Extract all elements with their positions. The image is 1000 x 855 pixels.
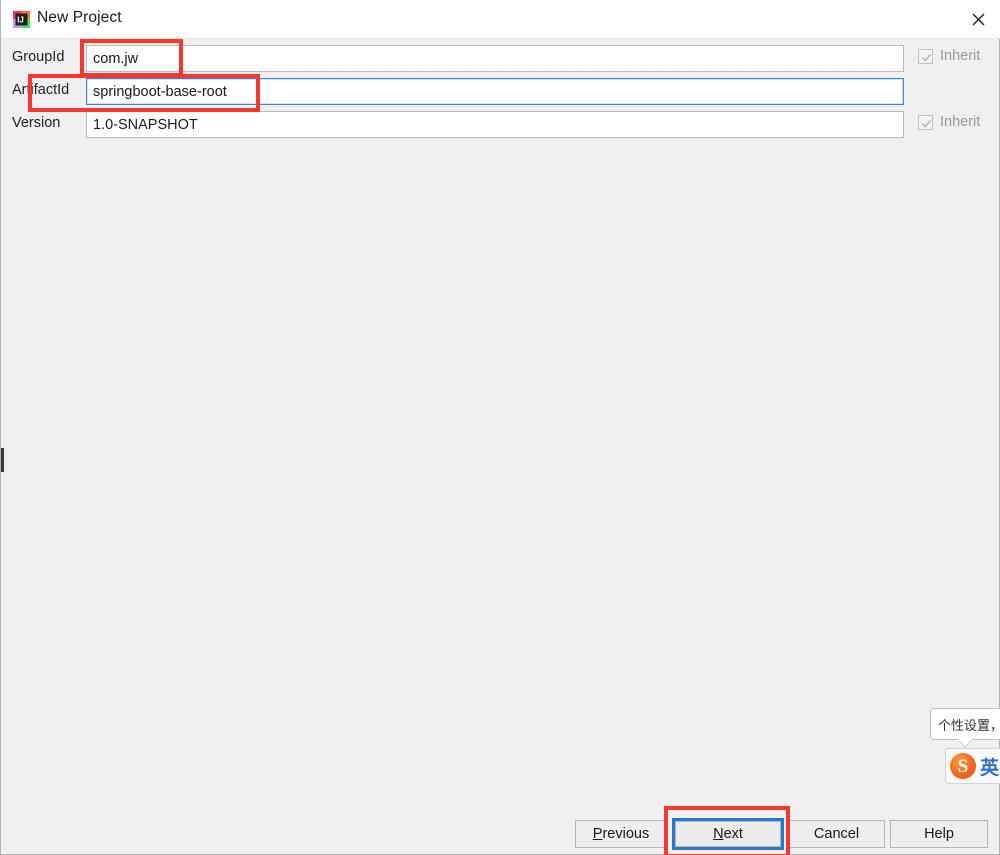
ime-tooltip: 个性设置，	[930, 708, 1000, 740]
previous-button-mnemonic: P	[592, 826, 603, 842]
ime-mode-indicator[interactable]: 英	[980, 753, 999, 780]
next-button-mnemonic: N	[713, 826, 724, 842]
next-button-label: ext	[723, 826, 743, 842]
previous-button-label: revious	[602, 826, 650, 842]
groupid-label: GroupId	[12, 49, 65, 65]
ime-toolbar[interactable]: S 英 ▾	[945, 748, 1000, 784]
window-edge-artifact	[1, 448, 4, 472]
ime-tooltip-arrow-icon	[958, 739, 972, 747]
artifactid-label: ArtifactId	[12, 82, 70, 98]
artifactid-input[interactable]	[86, 78, 904, 105]
groupid-input[interactable]	[86, 45, 904, 72]
checkmark-icon	[918, 48, 933, 64]
groupid-row: GroupId Inherit	[1, 45, 1000, 72]
previous-button[interactable]: Previous	[575, 820, 667, 848]
cancel-button[interactable]: Cancel	[788, 820, 885, 848]
next-button-inner: Next	[675, 821, 781, 847]
next-button[interactable]: Next	[672, 818, 784, 850]
groupid-inherit-label: Inherit	[940, 48, 981, 64]
sogou-logo-icon[interactable]: S	[950, 753, 976, 779]
version-row: Version Inherit	[1, 111, 1000, 138]
version-inherit-checkbox[interactable]: Inherit	[918, 114, 980, 130]
ime-tooltip-text: 个性设置，	[938, 717, 1000, 733]
version-inherit-label: Inherit	[940, 114, 981, 130]
title-bar: IJ New Project	[1, 0, 1000, 39]
help-button-label: Help	[924, 826, 954, 842]
cancel-button-label: Cancel	[813, 826, 860, 842]
intellij-idea-icon: IJ	[13, 11, 30, 28]
close-icon[interactable]	[955, 0, 1000, 38]
version-input[interactable]	[86, 111, 904, 138]
version-label: Version	[12, 115, 61, 131]
window-title: New Project	[37, 9, 122, 26]
artifactid-row: ArtifactId	[1, 78, 1000, 105]
checkmark-icon	[918, 114, 933, 130]
new-project-dialog: IJ New Project GroupId Inherit ArtifactI…	[0, 0, 1000, 855]
groupid-inherit-checkbox[interactable]: Inherit	[918, 48, 980, 64]
help-button[interactable]: Help	[890, 820, 988, 848]
svg-text:IJ: IJ	[17, 16, 24, 25]
